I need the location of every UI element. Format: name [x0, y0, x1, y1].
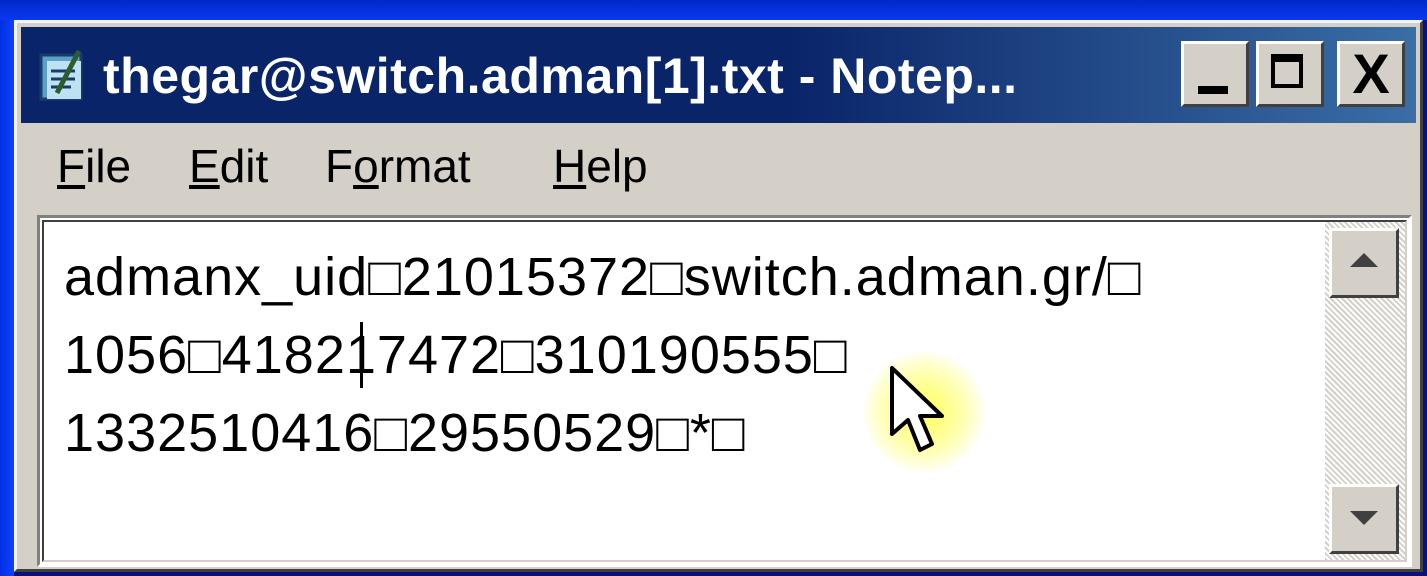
menu-help[interactable]: Help: [553, 135, 648, 197]
window-title: thegar@switch.adman[1].txt - Notep...: [103, 48, 1018, 104]
notepad-icon[interactable]: [35, 47, 93, 105]
menu-file[interactable]: File: [57, 135, 131, 197]
close-icon: X: [1352, 42, 1390, 105]
arrow-down-icon: [1350, 511, 1378, 525]
close-button[interactable]: X: [1337, 41, 1405, 107]
maximize-button[interactable]: [1256, 41, 1324, 107]
menu-edit[interactable]: Edit: [189, 135, 268, 197]
text-editor[interactable]: admanx_uid□21015372□switch.adman.gr/□ 10…: [37, 215, 1412, 567]
minimize-button[interactable]: [1181, 41, 1249, 107]
title-bar[interactable]: thegar@switch.adman[1].txt - Notep... X: [21, 27, 1416, 123]
menu-file-label: ile: [85, 140, 132, 192]
text-line: admanx_uid□21015372□switch.adman.gr/□: [64, 247, 1142, 307]
menu-edit-mnemonic: E: [189, 140, 220, 192]
menu-file-mnemonic: F: [57, 140, 86, 192]
slide-background-top: [0, 0, 1427, 20]
notepad-window: thegar@switch.adman[1].txt - Notep... X …: [14, 20, 1423, 572]
slide-background-left: [0, 0, 14, 576]
arrow-up-icon: [1350, 253, 1378, 267]
text-line: 1056□418217472□310190555□: [64, 325, 848, 385]
text-line: 1332510416□29550529□*□: [64, 403, 746, 463]
scroll-down-button[interactable]: [1329, 484, 1399, 554]
menu-help-mnemonic: H: [553, 140, 587, 192]
editor-frame: admanx_uid□21015372□switch.adman.gr/□ 10…: [42, 220, 1407, 562]
menu-edit-label: dit: [219, 140, 269, 192]
menu-format-prefix: F: [325, 140, 354, 192]
text-caret: [360, 322, 363, 388]
vertical-scrollbar[interactable]: [1325, 222, 1405, 560]
menu-help-label: elp: [586, 140, 648, 192]
text-area[interactable]: admanx_uid□21015372□switch.adman.gr/□ 10…: [44, 222, 1325, 560]
maximize-icon: [1271, 54, 1303, 88]
menu-format[interactable]: Format: [325, 135, 471, 197]
menu-bar: File Edit Format Help: [21, 125, 1416, 207]
menu-format-label: rmat: [378, 140, 471, 192]
mouse-pointer-icon: [890, 366, 944, 452]
menu-format-mnemonic: o: [353, 140, 379, 192]
scroll-up-button[interactable]: [1329, 228, 1399, 298]
minimize-icon: [1198, 86, 1228, 94]
